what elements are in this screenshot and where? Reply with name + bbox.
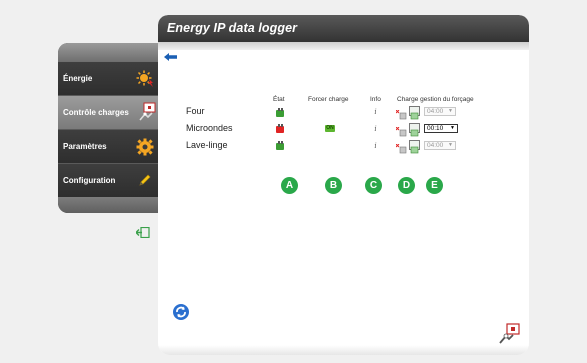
sidebar-item-label: Configuration [63, 176, 116, 185]
load-control-icon[interactable] [498, 323, 522, 345]
callout-badge-e: E [426, 177, 443, 194]
disable-forcing-icon[interactable] [395, 141, 407, 154]
energy-icon [136, 70, 154, 88]
sidebar: Énergie Contrôle charges Paramètres Conf… [58, 43, 166, 213]
sidebar-item-label: Contrôle charges [63, 108, 129, 117]
sidebar-item-label: Énergie [63, 74, 93, 83]
load-control-icon [138, 102, 158, 122]
info-icon[interactable]: i [372, 108, 379, 116]
status-plug-icon [276, 141, 284, 150]
enable-forcing-icon[interactable] [409, 140, 420, 154]
row-label-lave-linge: Lave-linge [186, 140, 228, 150]
column-header-forcer-charge: Forcer charge [308, 96, 349, 103]
column-header-info: Info [370, 96, 381, 103]
sidebar-item-configuration[interactable]: Configuration [58, 164, 166, 198]
row-label-four: Four [186, 106, 205, 116]
window-title: Energy IP data logger [167, 21, 298, 35]
back-arrow-icon[interactable] [164, 53, 177, 61]
forcing-duration-select[interactable]: 04:00 ▼ [424, 107, 456, 116]
main-panel: Energy IP data logger État Forcer charge… [158, 15, 529, 355]
sidebar-item-energie[interactable]: Énergie [58, 62, 166, 96]
callout-badge-c: C [365, 177, 382, 194]
callout-badge-b: B [325, 177, 342, 194]
row-label-microondes: Microondes [186, 123, 233, 133]
status-plug-icon [276, 108, 284, 117]
forcing-duration-select[interactable]: 04:00 ▼ [424, 141, 456, 150]
info-icon[interactable]: i [372, 125, 379, 133]
status-plug-icon [276, 124, 284, 133]
sidebar-item-controle-charges[interactable]: Contrôle charges [58, 96, 166, 130]
enable-forcing-icon[interactable] [409, 106, 420, 120]
column-header-charge-gestion: Charge gestion du forçage [397, 96, 474, 103]
sidebar-footer [58, 197, 166, 213]
title-subbar [158, 42, 529, 50]
callout-badge-a: A [281, 177, 298, 194]
refresh-icon[interactable] [172, 303, 190, 321]
pencil-icon [138, 173, 152, 187]
panel-footer [158, 345, 529, 355]
force-on-button[interactable]: ON [325, 125, 335, 132]
callout-badge-d: D [398, 177, 415, 194]
disable-forcing-icon[interactable] [395, 124, 407, 137]
sidebar-item-label: Paramètres [63, 142, 107, 151]
disable-forcing-icon[interactable] [395, 107, 407, 120]
column-header-etat: État [273, 96, 285, 103]
logout-icon[interactable] [136, 227, 150, 238]
info-icon[interactable]: i [372, 142, 379, 150]
gear-icon [136, 138, 154, 156]
forcing-duration-select[interactable]: 00:10 ▼ [424, 124, 458, 133]
sidebar-header-cap [58, 43, 166, 62]
enable-forcing-icon[interactable] [409, 123, 420, 137]
sidebar-item-parametres[interactable]: Paramètres [58, 130, 166, 164]
